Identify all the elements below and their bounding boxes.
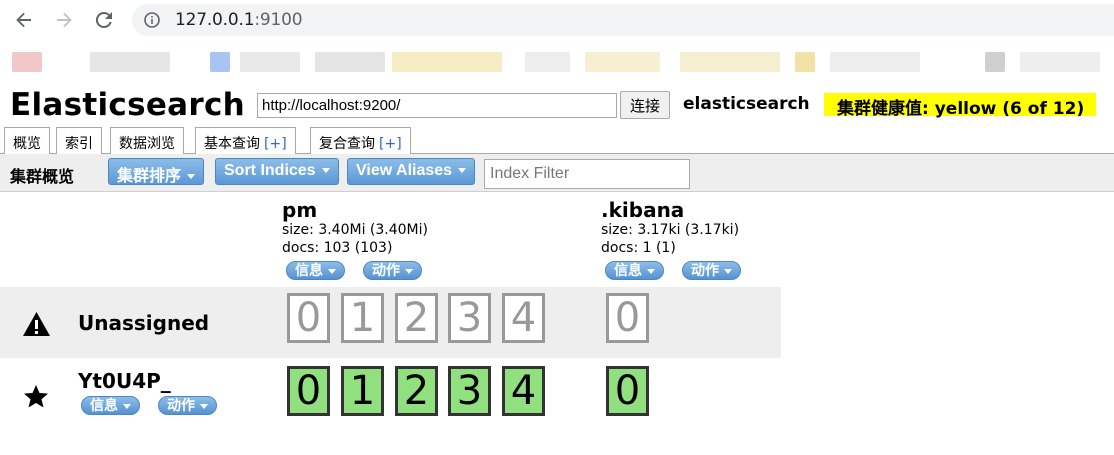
bookmark-item[interactable] (830, 52, 920, 72)
chevron-down-icon (458, 168, 467, 174)
pill-label: 信息 (295, 263, 323, 279)
bookmark-item[interactable] (525, 52, 570, 72)
index-info-button-pm[interactable]: 信息 (286, 261, 345, 280)
tab-label: 复合查询 (319, 136, 375, 152)
cluster-health-badge: 集群健康值: yellow (6 of 12) (824, 93, 1097, 119)
index-action-button-kibana[interactable]: 动作 (682, 261, 741, 280)
browser-toolbar: 127.0.0.1:9100 (0, 0, 1114, 40)
index-docs-kibana: docs: 1 (1) (601, 240, 676, 256)
main-tabs: 概览 索引 数据浏览 基本查询 [+] 复合查询 [+] (0, 124, 1114, 155)
warning-icon (23, 312, 50, 336)
view-aliases-button[interactable]: View Aliases (347, 158, 476, 185)
tab-plus: [+] (264, 136, 287, 152)
shard-unassigned[interactable]: 2 (395, 293, 438, 343)
unassigned-label: Unassigned (78, 311, 210, 335)
index-info-button-kibana[interactable]: 信息 (605, 261, 664, 280)
node-name: Yt0U4P_ (78, 369, 171, 393)
shard-unassigned[interactable]: 0 (606, 293, 649, 343)
star-icon (24, 385, 48, 408)
tab-indices[interactable]: 索引 (56, 127, 102, 154)
cluster-sort-button[interactable]: 集群排序 (108, 158, 205, 185)
index-action-button-pm[interactable]: 动作 (363, 261, 422, 280)
chevron-down-icon (724, 268, 732, 274)
cluster-name: elasticsearch (683, 94, 810, 114)
tab-label: 概览 (13, 136, 41, 152)
chevron-down-icon (123, 403, 131, 409)
shard-started[interactable]: 1 (341, 366, 384, 416)
url-text: 127.0.0.1:9100 (175, 10, 303, 30)
bookmark-item[interactable] (1020, 52, 1100, 72)
shard-unassigned[interactable]: 4 (502, 293, 545, 343)
pill-label: 动作 (691, 263, 719, 279)
tab-label: 索引 (65, 136, 93, 152)
bookmark-item[interactable] (90, 52, 170, 72)
tab-plus: [+] (379, 136, 402, 152)
node-action-button[interactable]: 动作 (158, 396, 217, 415)
bookmark-favicon[interactable] (12, 52, 42, 72)
bookmark-item[interactable] (585, 52, 660, 72)
overview-toolbar: 集群概览 集群排序 Sort Indices View Aliases Inde… (0, 154, 1114, 192)
unassigned-row: Unassigned (0, 287, 781, 358)
tab-label: 基本查询 (204, 136, 260, 152)
index-docs-pm: docs: 103 (103) (282, 240, 393, 256)
chevron-down-icon (328, 268, 336, 274)
shard-unassigned[interactable]: 3 (448, 293, 491, 343)
reload-button[interactable] (92, 8, 116, 32)
index-size-pm: size: 3.40Mi (3.40Mi) (282, 222, 428, 238)
back-arrow-icon (16, 12, 31, 28)
shard-started[interactable]: 4 (502, 366, 545, 416)
url-port: :9100 (254, 10, 303, 30)
chevron-down-icon (187, 174, 196, 180)
pill-label: 信息 (90, 398, 118, 414)
tab-basic-query[interactable]: 基本查询 [+] (195, 127, 296, 154)
index-size-kibana: size: 3.17ki (3.17ki) (601, 222, 740, 238)
pill-label: 动作 (372, 263, 400, 279)
bookmark-item[interactable] (795, 52, 815, 72)
chevron-down-icon (321, 168, 330, 174)
bookmark-item[interactable] (680, 52, 780, 72)
shard-started[interactable]: 0 (606, 366, 649, 416)
back-button[interactable] (12, 8, 36, 32)
bookmark-item[interactable] (315, 52, 385, 72)
forward-arrow-icon (57, 12, 72, 28)
address-bar[interactable]: 127.0.0.1:9100 (132, 4, 1114, 36)
index-name-kibana: .kibana (601, 198, 685, 222)
forward-button[interactable] (52, 8, 76, 32)
overview-title: 集群概览 (10, 167, 75, 186)
reload-icon (95, 11, 112, 28)
index-filter-input[interactable]: Index Filter (484, 159, 690, 189)
shard-unassigned[interactable]: 0 (287, 293, 330, 343)
tab-label: 数据浏览 (119, 136, 175, 152)
sort-indices-button[interactable]: Sort Indices (215, 158, 339, 185)
info-icon[interactable] (144, 12, 160, 28)
es-url-input[interactable] (257, 93, 617, 118)
pill-label: 信息 (614, 263, 642, 279)
bookmark-item[interactable] (392, 52, 502, 72)
index-name-pm: pm (282, 198, 318, 222)
shard-started[interactable]: 3 (448, 366, 491, 416)
bookmark-item[interactable] (985, 52, 1005, 72)
bookmark-item[interactable] (210, 52, 230, 72)
tab-browser[interactable]: 数据浏览 (110, 127, 184, 154)
chevron-down-icon (405, 268, 413, 274)
tab-compound-query[interactable]: 复合查询 [+] (310, 127, 411, 154)
pill-label: 动作 (167, 398, 195, 414)
bookmarks-bar (0, 40, 1114, 84)
url-host: 127.0.0.1 (175, 10, 255, 30)
es-header: Elasticsearch 连接 elasticsearch 集群健康值: ye… (0, 84, 1114, 124)
bookmark-item[interactable] (240, 52, 300, 72)
connect-button[interactable]: 连接 (620, 91, 670, 119)
sort-indices-label: Sort Indices (224, 162, 316, 179)
cluster-sort-label: 集群排序 (117, 168, 182, 185)
app-logo: Elasticsearch (10, 87, 246, 123)
view-aliases-label: View Aliases (356, 162, 453, 179)
tab-overview[interactable]: 概览 (4, 127, 50, 155)
shard-started[interactable]: 0 (287, 366, 330, 416)
node-info-button[interactable]: 信息 (81, 396, 140, 415)
chevron-down-icon (647, 268, 655, 274)
shard-started[interactable]: 2 (395, 366, 438, 416)
chevron-down-icon (200, 403, 208, 409)
shard-unassigned[interactable]: 1 (341, 293, 384, 343)
